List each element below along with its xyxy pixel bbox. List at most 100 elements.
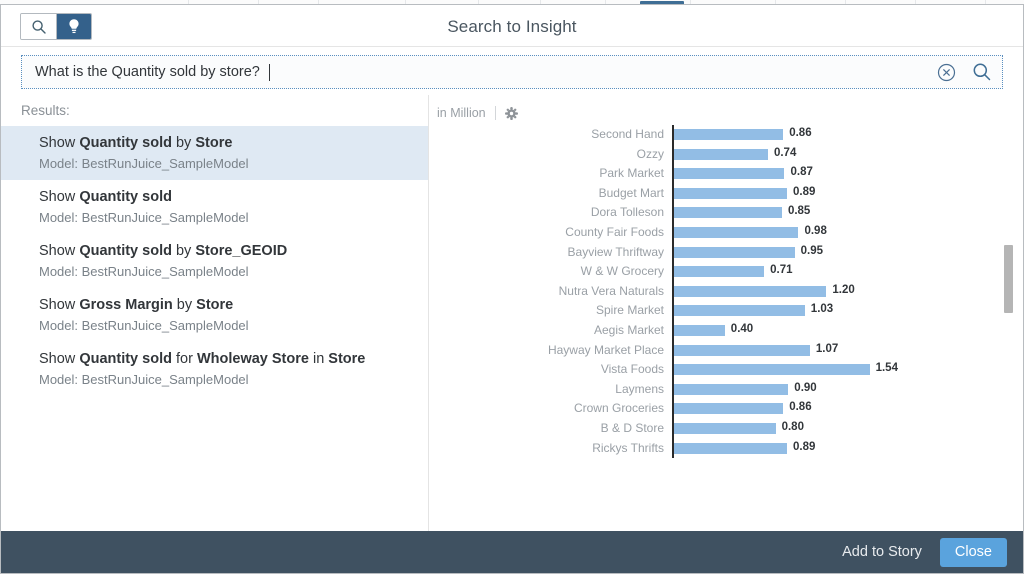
bar[interactable] — [674, 129, 784, 140]
bar-value-label: 0.90 — [794, 381, 817, 394]
bar[interactable] — [674, 442, 788, 454]
bar-value-label: 1.03 — [810, 303, 834, 316]
results-pane: Results: Show Quantity sold by Store Mode… — [1, 95, 429, 531]
result-title-highlight: Quantity sold — [79, 351, 172, 367]
result-item[interactable]: Show Gross Margin by Store Model: BestRun… — [1, 288, 428, 342]
dialog-header: Search to Insight — [1, 5, 1023, 47]
result-title-highlight: Store — [196, 297, 234, 313]
result-title-highlight: Quantity sold — [79, 243, 172, 259]
category-label: Laymens — [615, 381, 664, 396]
bar-row[interactable]: Second Hand 0.86 — [429, 125, 1023, 145]
bar-row[interactable]: Park Market 0.87 — [429, 164, 1023, 184]
category-label: Park Market — [599, 166, 664, 181]
bar-row[interactable]: Rickys Thrifts 0.89 — [429, 439, 1023, 459]
bar-value-label: 0.89 — [793, 440, 816, 453]
bar-row[interactable]: County Fair Foods 0.98 — [429, 223, 1023, 243]
result-item[interactable]: Show Quantity sold by Store_GEOID Model: … — [1, 234, 428, 288]
bar-row[interactable]: Hayway Market Place 1.07 — [429, 341, 1023, 361]
category-label: County Fair Foods — [565, 224, 664, 239]
result-item[interactable]: Show Quantity sold Model: BestRunJuice_Sa… — [1, 180, 428, 234]
bar-row[interactable]: Budget Mart 0.89 — [429, 184, 1023, 204]
bar[interactable] — [674, 207, 782, 219]
bar[interactable] — [674, 226, 799, 238]
bar-value-label: 0.74 — [773, 146, 797, 159]
result-item-title: Show Quantity sold by Store — [39, 134, 406, 153]
bar-row[interactable]: Aegis Market 0.40 — [429, 321, 1023, 341]
search-input[interactable]: What is the Quantity sold by store? — [21, 55, 1003, 89]
bar-value-label: 0.86 — [789, 401, 812, 414]
result-title-highlight: Store — [195, 135, 233, 151]
bar-row[interactable]: B & D Store 0.80 — [429, 419, 1023, 439]
bar[interactable] — [674, 187, 788, 199]
search-input-value: What is the Quantity sold by store? — [35, 64, 260, 80]
category-label: W & W Grocery — [580, 264, 664, 279]
result-item-model: Model: BestRunJuice_SampleModel — [39, 318, 249, 333]
result-title-text: for — [171, 351, 197, 367]
bar-row[interactable]: Crown Groceries 0.86 — [429, 399, 1023, 419]
result-item[interactable]: Show Quantity sold by Store Model: BestRu… — [1, 126, 428, 180]
bar-chart: Second Hand 0.86 Ozzy 0.74 Park Market 0.87 Bu… — [429, 125, 1023, 459]
bar[interactable] — [674, 403, 784, 415]
bar-value-label: 0.95 — [800, 244, 824, 257]
category-label: Aegis Market — [593, 322, 664, 337]
search-row: What is the Quantity sold by store? — [1, 47, 1023, 95]
bar-value-label: 0.40 — [730, 322, 754, 335]
bar[interactable] — [674, 324, 725, 336]
category-label: Budget Mart — [598, 185, 664, 200]
bar[interactable] — [674, 168, 785, 180]
bar[interactable] — [674, 422, 776, 434]
chart-scrollbar-thumb[interactable] — [1004, 245, 1013, 313]
result-title-highlight: Gross Margin — [79, 297, 173, 313]
clear-circle-icon — [937, 63, 956, 81]
bar[interactable] — [674, 266, 765, 278]
bar-value-label: 1.54 — [875, 362, 898, 375]
close-button[interactable]: Close — [939, 537, 1007, 567]
result-item[interactable]: Show Quantity sold for Wholeway Store in… — [1, 342, 428, 396]
bar[interactable] — [674, 344, 810, 356]
bar-row[interactable]: Nutra Vera Naturals 1.20 — [429, 282, 1023, 302]
result-item-title: Show Quantity sold for Wholeway Store in… — [39, 350, 406, 369]
category-label: Spire Market — [595, 303, 664, 318]
category-label: Crown Groceries — [573, 401, 664, 416]
bar[interactable] — [674, 383, 789, 395]
bar[interactable] — [674, 364, 870, 376]
bar[interactable] — [674, 246, 795, 258]
result-item-model: Model: BestRunJuice_SampleModel — [39, 210, 249, 225]
bar-row[interactable]: Laymens 0.90 — [429, 380, 1023, 400]
chart-unit-row: in Million — [429, 95, 1023, 121]
result-title-text: Show — [39, 351, 80, 367]
submit-search-button[interactable] — [972, 62, 992, 82]
result-title-text: Show — [39, 243, 80, 259]
result-title-highlight: Quantity sold — [79, 135, 172, 151]
bar[interactable] — [674, 305, 805, 317]
category-label: B & D Store — [600, 420, 664, 435]
chart-settings-button[interactable] — [504, 106, 518, 120]
category-label: Dora Tolleson — [590, 205, 664, 220]
result-item-model: Model: BestRunJuice_SampleModel — [39, 372, 249, 387]
text-cursor — [268, 63, 270, 81]
gear-icon — [504, 106, 518, 120]
bar-row[interactable]: Dora Tolleson 0.85 — [429, 203, 1023, 223]
bar-row[interactable]: Vista Foods 1.54 — [429, 360, 1023, 380]
add-to-story-button[interactable]: Add to Story — [842, 544, 922, 560]
bar-value-label: 1.07 — [815, 342, 839, 355]
bar-value-label: 0.71 — [770, 264, 793, 277]
chart-scrollbar-track[interactable] — [1004, 113, 1013, 517]
bar[interactable] — [674, 285, 827, 297]
result-title-highlight: Store — [328, 351, 366, 367]
bar-row[interactable]: W & W Grocery 0.71 — [429, 262, 1023, 282]
bar[interactable] — [674, 148, 768, 160]
results-label: Results: — [21, 103, 70, 118]
chart-unit-label: in Million — [437, 106, 486, 120]
category-label: Nutra Vera Naturals — [558, 283, 664, 298]
bar-row[interactable]: Bayview Thriftway 0.95 — [429, 243, 1023, 263]
result-title-highlight: Quantity sold — [79, 189, 172, 205]
result-title-text: by — [171, 243, 196, 259]
bar-value-label: 1.20 — [832, 283, 855, 296]
bar-row[interactable]: Ozzy 0.74 — [429, 145, 1023, 165]
clear-search-button[interactable] — [937, 63, 956, 82]
result-title-text: in — [308, 351, 329, 367]
bar-row[interactable]: Spire Market 1.03 — [429, 301, 1023, 321]
result-title-text: by — [172, 297, 197, 313]
bar-value-label: 0.98 — [804, 224, 827, 237]
